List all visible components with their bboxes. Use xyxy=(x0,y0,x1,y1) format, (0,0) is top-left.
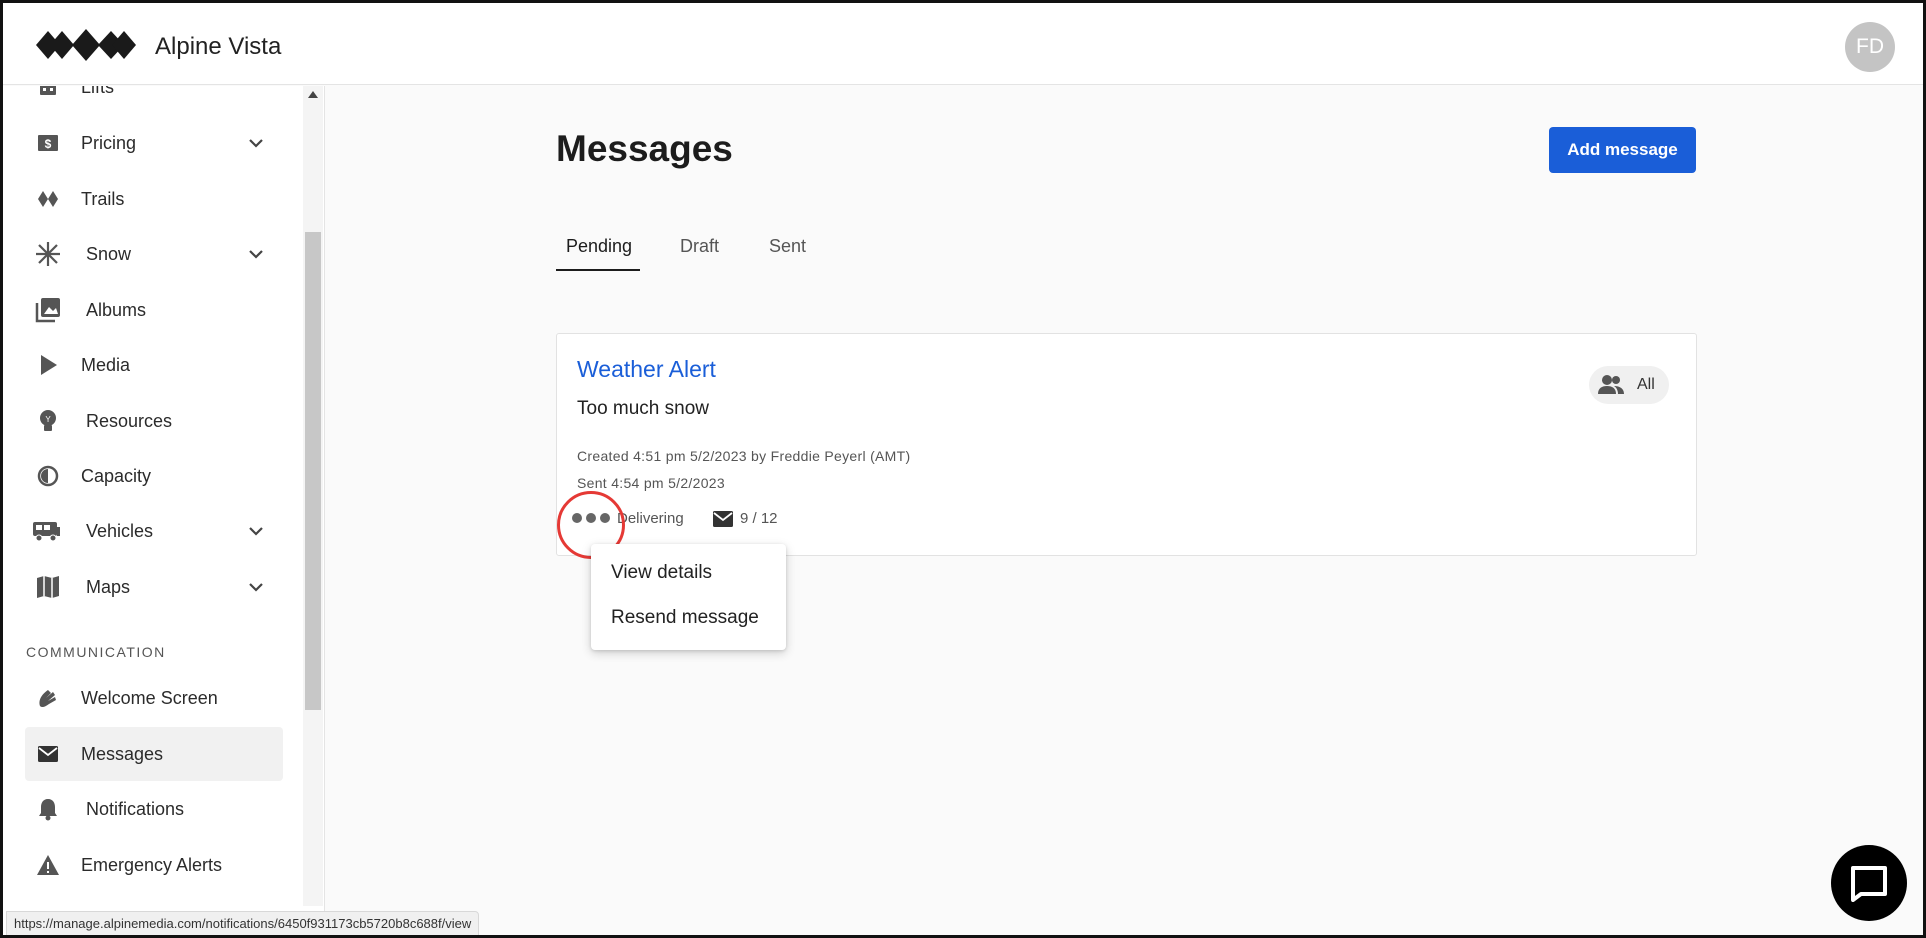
sidebar-item-label: Emergency Alerts xyxy=(81,854,223,875)
sidebar-item-label: Snow xyxy=(86,243,132,264)
tab-pending[interactable]: Pending xyxy=(566,236,632,257)
sidebar-item-label: Pricing xyxy=(81,132,137,153)
sidebar-scrollbar-thumb[interactable] xyxy=(305,232,321,710)
status-bar-url: https://manage.alpinemedia.com/notificat… xyxy=(6,911,480,935)
page-title: Messages xyxy=(556,128,733,169)
brand-name: Alpine Vista xyxy=(155,33,282,60)
chevron-down-icon[interactable] xyxy=(247,245,265,263)
sidebar-item-snow[interactable]: Snow xyxy=(25,227,283,281)
sidebar-item-albums[interactable]: Albums xyxy=(25,283,283,337)
sidebar-item-label: Notifications xyxy=(86,798,185,819)
menu-item-resend-message[interactable]: Resend message xyxy=(611,607,759,629)
bell-icon xyxy=(35,796,61,822)
sidebar-item-messages[interactable]: Messages xyxy=(25,727,283,781)
sidebar-item-label: Maps xyxy=(86,576,131,597)
chat-bubble-icon xyxy=(1851,866,1887,902)
sidebar-item-label: Vehicles xyxy=(86,520,154,541)
audience-chip: All xyxy=(1589,366,1669,404)
delivery-count: 9 / 12 xyxy=(740,510,778,527)
sidebar-item-maps[interactable]: Maps xyxy=(25,560,283,614)
logo-icon[interactable] xyxy=(36,27,136,63)
sidebar-item-vehicles[interactable]: Vehicles xyxy=(25,504,283,558)
sidebar-item-media[interactable]: Media xyxy=(25,338,283,392)
chevron-down-icon[interactable] xyxy=(247,134,265,152)
sidebar-item-resources[interactable]: Y Resources xyxy=(25,394,283,448)
tab-draft[interactable]: Draft xyxy=(680,236,719,257)
sidebar-item-label: Welcome Screen xyxy=(81,687,218,708)
sidebar-item-label: Albums xyxy=(86,299,147,320)
bus-icon xyxy=(31,518,63,544)
message-card[interactable]: Weather Alert Too much snow Created 4:51… xyxy=(556,333,1697,556)
sidebar: Lifts $ Pricing Trails Snow Albums Media… xyxy=(3,86,325,935)
sidebar-item-lifts[interactable]: Lifts xyxy=(25,86,283,114)
chevron-down-icon[interactable] xyxy=(247,578,265,596)
chevron-down-icon[interactable] xyxy=(247,522,265,540)
top-bar: Alpine Vista FD xyxy=(3,3,1923,85)
warning-icon xyxy=(35,852,61,878)
tab-sent[interactable]: Sent xyxy=(769,236,806,257)
sidebar-item-trails[interactable]: Trails xyxy=(25,172,283,226)
user-avatar[interactable]: FD xyxy=(1845,22,1895,72)
svg-text:$: $ xyxy=(45,137,52,151)
lightbulb-icon: Y xyxy=(35,408,61,434)
lift-icon xyxy=(35,86,61,100)
add-message-button[interactable]: Add message xyxy=(1549,127,1696,173)
mail-icon xyxy=(713,511,733,527)
sidebar-item-pricing[interactable]: $ Pricing xyxy=(25,116,283,170)
gauge-icon xyxy=(35,463,61,489)
message-body: Too much snow xyxy=(577,398,710,419)
message-sent-meta: Sent 4:54 pm 5/2/2023 xyxy=(577,475,725,491)
message-title[interactable]: Weather Alert xyxy=(577,356,716,383)
play-icon xyxy=(35,352,61,378)
sidebar-item-label: Resources xyxy=(86,410,173,431)
mail-icon xyxy=(35,741,61,767)
sidebar-item-welcome-screen[interactable]: Welcome Screen xyxy=(25,671,283,725)
sidebar-item-label: Messages xyxy=(81,743,164,764)
app-window: Alpine Vista FD Lifts $ Pricing Trails S… xyxy=(0,0,1926,938)
chat-launcher-button[interactable] xyxy=(1831,845,1907,921)
message-created-meta: Created 4:51 pm 5/2/2023 by Freddie Peye… xyxy=(577,448,911,464)
group-icon xyxy=(1598,375,1624,394)
sidebar-item-capacity[interactable]: Capacity xyxy=(25,449,283,503)
sidebar-item-label: Lifts xyxy=(81,86,115,97)
sidebar-item-label: Media xyxy=(81,354,131,375)
trails-icon xyxy=(35,186,61,212)
sidebar-item-label: Trails xyxy=(81,188,125,209)
section-label-communication: COMMUNICATION xyxy=(26,644,166,660)
context-menu: View details Resend message xyxy=(591,544,786,650)
active-tab-indicator xyxy=(556,269,640,271)
message-status: Delivering xyxy=(617,510,684,527)
map-icon xyxy=(35,574,61,600)
snowflake-icon xyxy=(35,241,61,267)
dollar-icon: $ xyxy=(35,130,61,156)
sidebar-item-label: Capacity xyxy=(81,465,152,486)
sidebar-item-notifications[interactable]: Notifications xyxy=(25,782,283,836)
photo-library-icon xyxy=(35,297,61,323)
scroll-up-arrow-icon[interactable] xyxy=(308,91,318,98)
sidebar-item-emergency-alerts[interactable]: Emergency Alerts xyxy=(25,838,283,892)
menu-item-view-details[interactable]: View details xyxy=(611,562,712,584)
svg-text:Y: Y xyxy=(45,415,51,424)
audience-label: All xyxy=(1637,376,1655,393)
wave-icon xyxy=(35,685,61,711)
